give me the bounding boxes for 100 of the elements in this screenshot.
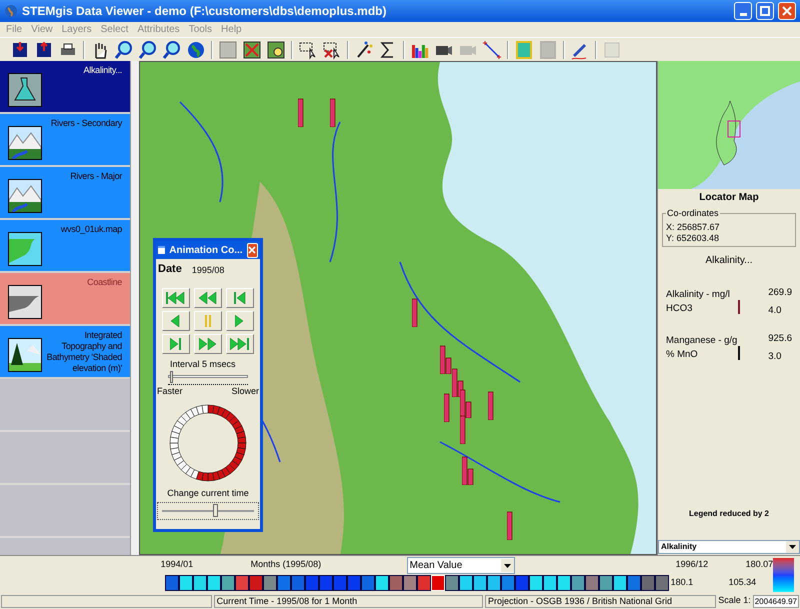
rewind-button[interactable] bbox=[194, 288, 222, 308]
y-coordinate: Y: 652603.48 bbox=[666, 233, 720, 244]
maximize-button[interactable] bbox=[756, 2, 774, 20]
layer-item[interactable]: Rivers - Secondary bbox=[0, 114, 130, 167]
projection-status: Projection - OSGB 1936 / British National Grid bbox=[484, 594, 716, 608]
bar-marker[interactable] bbox=[462, 455, 476, 485]
legend-min: 4.0 bbox=[768, 304, 782, 318]
layer-dropdown[interactable]: Alkalinity bbox=[658, 540, 800, 554]
play-button[interactable] bbox=[226, 310, 254, 330]
step-forward-icon bbox=[170, 336, 182, 350]
month-cell[interactable] bbox=[654, 575, 669, 591]
month-cell[interactable] bbox=[556, 575, 571, 591]
bar-marker[interactable] bbox=[440, 344, 454, 374]
zoom-out-icon bbox=[138, 40, 158, 60]
month-cell[interactable] bbox=[500, 575, 515, 591]
months-label: Months (1995/08) bbox=[250, 558, 322, 572]
month-cell[interactable] bbox=[192, 575, 207, 591]
month-cell[interactable] bbox=[332, 575, 347, 591]
month-cell[interactable] bbox=[598, 575, 613, 591]
month-cell[interactable] bbox=[374, 575, 389, 591]
month-cell[interactable] bbox=[528, 575, 543, 591]
month-cell[interactable] bbox=[248, 575, 263, 591]
month-cell[interactable] bbox=[304, 575, 319, 591]
date-value: 1995/08 bbox=[192, 264, 224, 277]
month-cell[interactable] bbox=[206, 575, 221, 591]
pause-icon bbox=[204, 314, 212, 328]
month-cell[interactable] bbox=[402, 575, 417, 591]
month-cell[interactable] bbox=[570, 575, 585, 591]
play-icon bbox=[235, 314, 245, 328]
report-icon bbox=[602, 40, 622, 60]
close-button[interactable] bbox=[778, 2, 796, 20]
legend-unit: HCO3 bbox=[666, 302, 694, 316]
fast-forward-button[interactable] bbox=[194, 334, 222, 354]
bar-marker[interactable] bbox=[460, 388, 474, 418]
legend-label: Alkalinity - mg/l bbox=[666, 288, 731, 302]
play-back-icon bbox=[171, 314, 181, 328]
floppy-icon bbox=[10, 40, 30, 60]
month-cell[interactable] bbox=[276, 575, 291, 591]
layer-item[interactable]: Integrated Topography and Bathymetry 'Shaded elevation (m)' bbox=[0, 326, 130, 379]
month-cell[interactable] bbox=[318, 575, 333, 591]
layer-item[interactable]: Rivers - Major bbox=[0, 167, 130, 220]
month-cell[interactable] bbox=[178, 575, 193, 591]
last-button[interactable] bbox=[226, 334, 254, 354]
dialog-title: Animation Co... bbox=[169, 244, 243, 258]
month-cell[interactable] bbox=[542, 575, 557, 591]
layer-item[interactable]: Alkalinity... bbox=[0, 61, 130, 114]
slider-thumb[interactable] bbox=[170, 371, 173, 383]
scrollbar[interactable] bbox=[130, 61, 139, 555]
interval-label: Interval 5 msecs bbox=[169, 358, 237, 370]
month-cell[interactable] bbox=[220, 575, 235, 591]
layer-item[interactable]: wvs0_01uk.map bbox=[0, 220, 130, 273]
mountain-river-icon bbox=[8, 126, 42, 160]
step-forward-button[interactable] bbox=[162, 334, 190, 354]
bar-marker[interactable] bbox=[452, 367, 466, 397]
minimize-button[interactable] bbox=[734, 2, 752, 20]
globe-icon bbox=[4, 4, 18, 18]
skip-end-icon bbox=[230, 336, 250, 350]
locator-title: Locator Map bbox=[699, 191, 759, 205]
scale-min: 105.34 bbox=[728, 576, 756, 590]
magnifier-icon bbox=[162, 40, 182, 60]
close-button[interactable] bbox=[246, 242, 258, 258]
month-cell[interactable] bbox=[388, 575, 403, 591]
month-cell[interactable] bbox=[458, 575, 473, 591]
month-cell[interactable] bbox=[234, 575, 249, 591]
tree-icon bbox=[8, 338, 42, 372]
scale-max: 180.07 bbox=[746, 558, 774, 572]
time-slider[interactable] bbox=[157, 502, 259, 520]
month-cell[interactable] bbox=[472, 575, 487, 591]
month-cell[interactable] bbox=[416, 575, 431, 591]
month-cell[interactable] bbox=[640, 575, 655, 591]
skip-start-icon bbox=[166, 290, 186, 304]
pause-button[interactable] bbox=[194, 310, 222, 330]
legend-label: Manganese - g/g bbox=[666, 334, 738, 348]
slower-label: Slower bbox=[231, 385, 259, 398]
scale-label: Scale 1: bbox=[718, 594, 751, 608]
month-cell[interactable] bbox=[262, 575, 277, 591]
end-date: 1996/12 bbox=[676, 558, 710, 572]
month-cell[interactable] bbox=[290, 575, 305, 591]
month-cell[interactable] bbox=[346, 575, 361, 591]
month-cell[interactable] bbox=[584, 575, 599, 591]
month-cell[interactable] bbox=[626, 575, 641, 591]
speed-slider[interactable] bbox=[168, 371, 248, 385]
x-coordinate: X: 256857.67 bbox=[666, 222, 721, 233]
line-tool-button[interactable] bbox=[480, 38, 504, 60]
globe-icon bbox=[186, 40, 206, 60]
month-cell[interactable] bbox=[612, 575, 627, 591]
step-back-button[interactable] bbox=[226, 288, 254, 308]
statistic-dropdown[interactable]: Mean Value bbox=[406, 556, 515, 574]
change-time-label: Change current time bbox=[167, 486, 249, 500]
month-cell[interactable] bbox=[486, 575, 501, 591]
legend-note: Legend reduced by 2 bbox=[688, 508, 770, 520]
month-cell[interactable] bbox=[514, 575, 529, 591]
scale-field[interactable]: 2004649.97 bbox=[752, 594, 799, 608]
month-cell[interactable] bbox=[164, 575, 179, 591]
month-cell[interactable] bbox=[360, 575, 375, 591]
date-label: Date bbox=[158, 262, 182, 277]
first-button[interactable] bbox=[162, 288, 190, 308]
month-cell[interactable] bbox=[444, 575, 459, 591]
back-button[interactable] bbox=[162, 310, 190, 330]
slider-thumb[interactable] bbox=[213, 504, 218, 517]
